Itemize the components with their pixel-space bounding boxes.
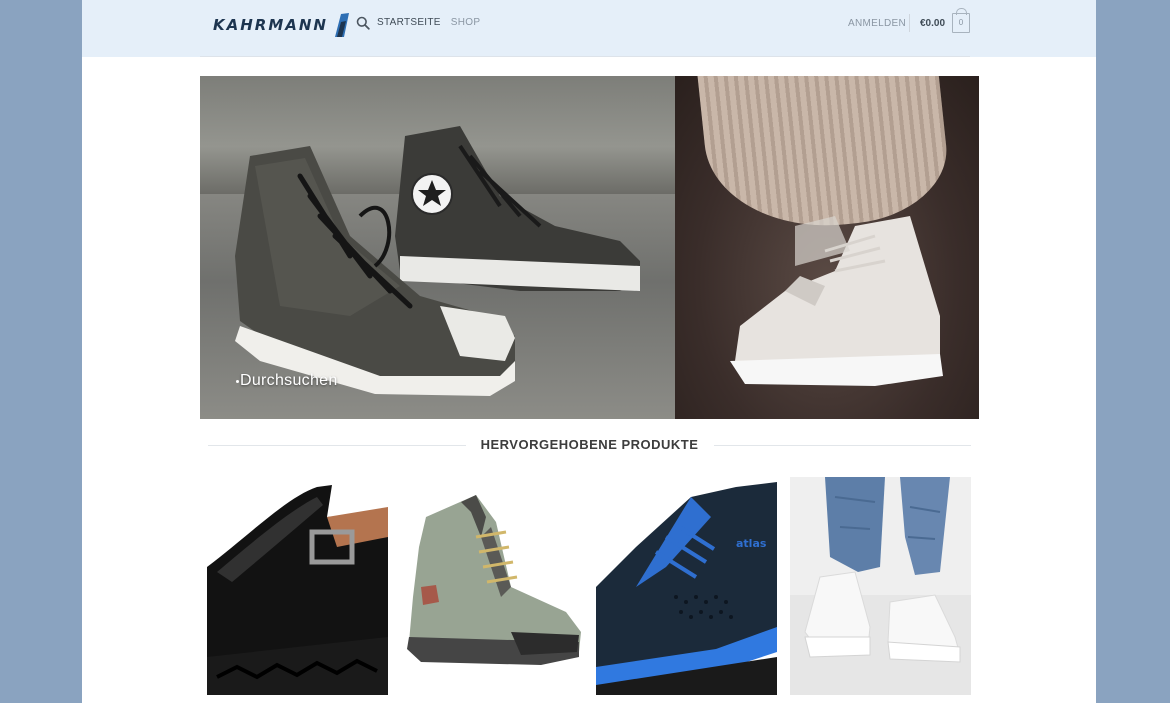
brand-logo[interactable]: KAHRMANN xyxy=(213,11,351,39)
nav-item-startseite[interactable]: STARTSEITE xyxy=(377,16,441,30)
atlas-safety-sneaker-icon: atlas xyxy=(596,482,777,695)
product-card[interactable]: atlas xyxy=(596,477,777,695)
cart-count: 0 xyxy=(958,18,964,27)
nav-item-shop[interactable]: SHOP xyxy=(451,16,481,30)
brand-name: KAHRMANN xyxy=(213,16,328,34)
product-card[interactable] xyxy=(207,477,388,695)
caption-bullet xyxy=(236,380,239,383)
section-divider-right xyxy=(714,445,971,446)
logo-sail-icon xyxy=(334,13,349,37)
hero-banner[interactable]: Durchsuchen xyxy=(200,76,979,419)
search-icon[interactable] xyxy=(356,16,370,30)
header-separator xyxy=(909,14,910,32)
hero-browse-link[interactable]: Durchsuchen xyxy=(240,372,338,390)
cart-total[interactable]: €0.00 xyxy=(920,18,945,29)
hero-image-white-sneaker xyxy=(675,76,979,419)
atlas-brand-print: atlas xyxy=(736,537,767,550)
hero-image-converse: Durchsuchen xyxy=(200,76,675,419)
featured-section-header: HERVORGEHOBENE PRODUKTE xyxy=(208,437,971,455)
shopping-bag-icon[interactable]: 0 xyxy=(952,8,970,33)
white-chunky-sneakers-icon xyxy=(790,477,971,695)
header-divider xyxy=(200,56,970,57)
hiking-boot-icon xyxy=(407,495,581,665)
page-container: KAHRMANN STARTSEITE SHOP ANMELDEN €0.00 … xyxy=(82,0,1096,703)
converse-sneakers-image xyxy=(235,126,640,396)
product-card[interactable] xyxy=(790,477,971,695)
login-link[interactable]: ANMELDEN xyxy=(848,18,906,29)
white-sneaker-image xyxy=(730,216,943,386)
black-mary-jane-shoe-icon xyxy=(207,485,388,695)
site-header: KAHRMANN STARTSEITE SHOP ANMELDEN €0.00 … xyxy=(82,0,1096,57)
main-navigation: STARTSEITE SHOP xyxy=(356,16,490,30)
product-card[interactable] xyxy=(401,477,585,695)
